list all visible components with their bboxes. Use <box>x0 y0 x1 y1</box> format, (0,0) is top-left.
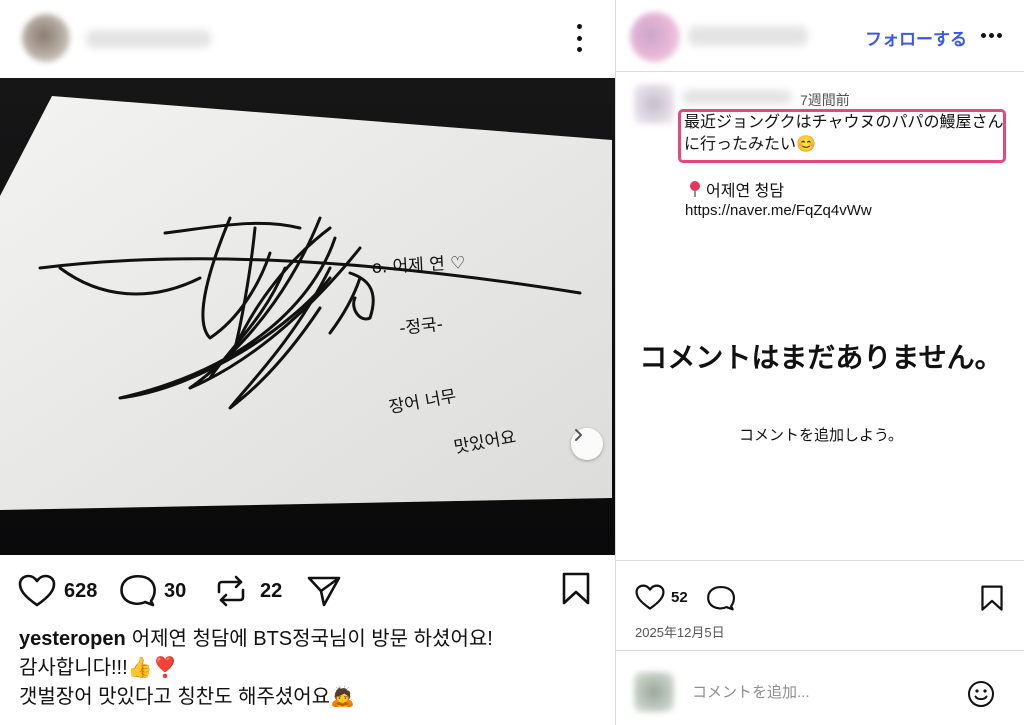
caption-line-3: 갯벌장어 맛있다고 칭찬도 해주셨어요🙇 <box>19 686 355 708</box>
post-panel: o. 어제 연 ♡ -정국- 장어 너무 맛있어요 628 30 22 yest… <box>0 0 615 725</box>
no-comments-title: コメントはまだありません。 <box>639 342 1003 373</box>
post-date: 2025年12月5日 <box>635 625 725 640</box>
repost-icon <box>217 575 245 607</box>
save-button[interactable] <box>980 585 1004 612</box>
commenter-avatar[interactable] <box>634 84 674 124</box>
save-button[interactable] <box>561 572 591 606</box>
post-photo[interactable]: o. 어제 연 ♡ -정국- 장어 너무 맛있어요 <box>0 78 615 555</box>
follow-button[interactable]: フォローする <box>865 25 967 50</box>
like-button[interactable]: 628 <box>18 574 97 608</box>
caption-line-2: 감사합니다!!!👍❣️ <box>19 657 178 679</box>
location-url[interactable]: https://naver.me/FqZq4vWw <box>685 202 872 219</box>
like-count: 52 <box>671 589 688 606</box>
no-comments-subtitle: コメントを追加しよう。 <box>738 427 904 444</box>
repost-button[interactable]: 22 <box>214 574 282 608</box>
heart-icon <box>635 584 665 610</box>
chevron-right-icon[interactable] <box>571 428 603 460</box>
comments-header: フォローする <box>616 0 1024 72</box>
caption-username[interactable]: yesteropen <box>19 628 126 650</box>
comment-time: 7週間前 <box>800 92 850 108</box>
map-pin-icon <box>690 181 700 197</box>
comment-text: 最近ジョングクはチャウヌのパパの鰻屋さんに行ったみたい😊 <box>684 114 1004 153</box>
paper-plane-icon <box>307 576 341 607</box>
autograph-card-image: o. 어제 연 ♡ -정국- 장어 너무 맛있어요 <box>0 78 615 555</box>
comment-button[interactable]: 30 <box>120 574 186 608</box>
author-name[interactable] <box>86 30 211 48</box>
bookmark-icon <box>981 585 1003 611</box>
repost-count: 22 <box>260 579 283 602</box>
caption-line-1: 어제연 청담에 BTS정국님이 방문 하셨어요! <box>131 628 493 650</box>
comment-input[interactable] <box>692 684 942 701</box>
post-actions: 628 30 22 <box>0 568 615 616</box>
like-button[interactable]: 52 <box>635 584 688 611</box>
share-button[interactable] <box>306 574 342 608</box>
comment-button[interactable] <box>707 585 735 612</box>
bookmark-icon <box>562 572 590 605</box>
post-header <box>0 0 615 78</box>
speech-bubble-icon <box>707 585 735 611</box>
commenter-name[interactable] <box>682 90 792 104</box>
divider <box>616 560 1024 561</box>
author-avatar[interactable] <box>22 14 70 62</box>
location-text: 어제연 청담 <box>706 183 785 200</box>
comment-count: 30 <box>164 579 187 602</box>
heart-icon <box>18 574 56 607</box>
comments-panel: フォローする 7週間前 最近ジョングクはチャウヌのパパの鰻屋さんに行ったみたい😊… <box>615 0 1024 725</box>
post-caption: yesteropen 어제연 청담에 BTS정국님이 방문 하셨어요! 감사합니다… <box>19 625 609 712</box>
like-count: 628 <box>64 579 98 602</box>
location-line: 어제연 청담 <box>688 177 784 201</box>
more-horizontal-icon[interactable] <box>981 33 1002 38</box>
divider <box>616 650 1024 651</box>
speech-bubble-icon <box>120 574 156 607</box>
smiley-icon[interactable] <box>967 680 995 712</box>
account-name[interactable] <box>688 26 808 46</box>
more-vertical-icon[interactable] <box>568 24 590 52</box>
my-avatar <box>634 672 674 712</box>
account-avatar[interactable] <box>630 12 680 62</box>
